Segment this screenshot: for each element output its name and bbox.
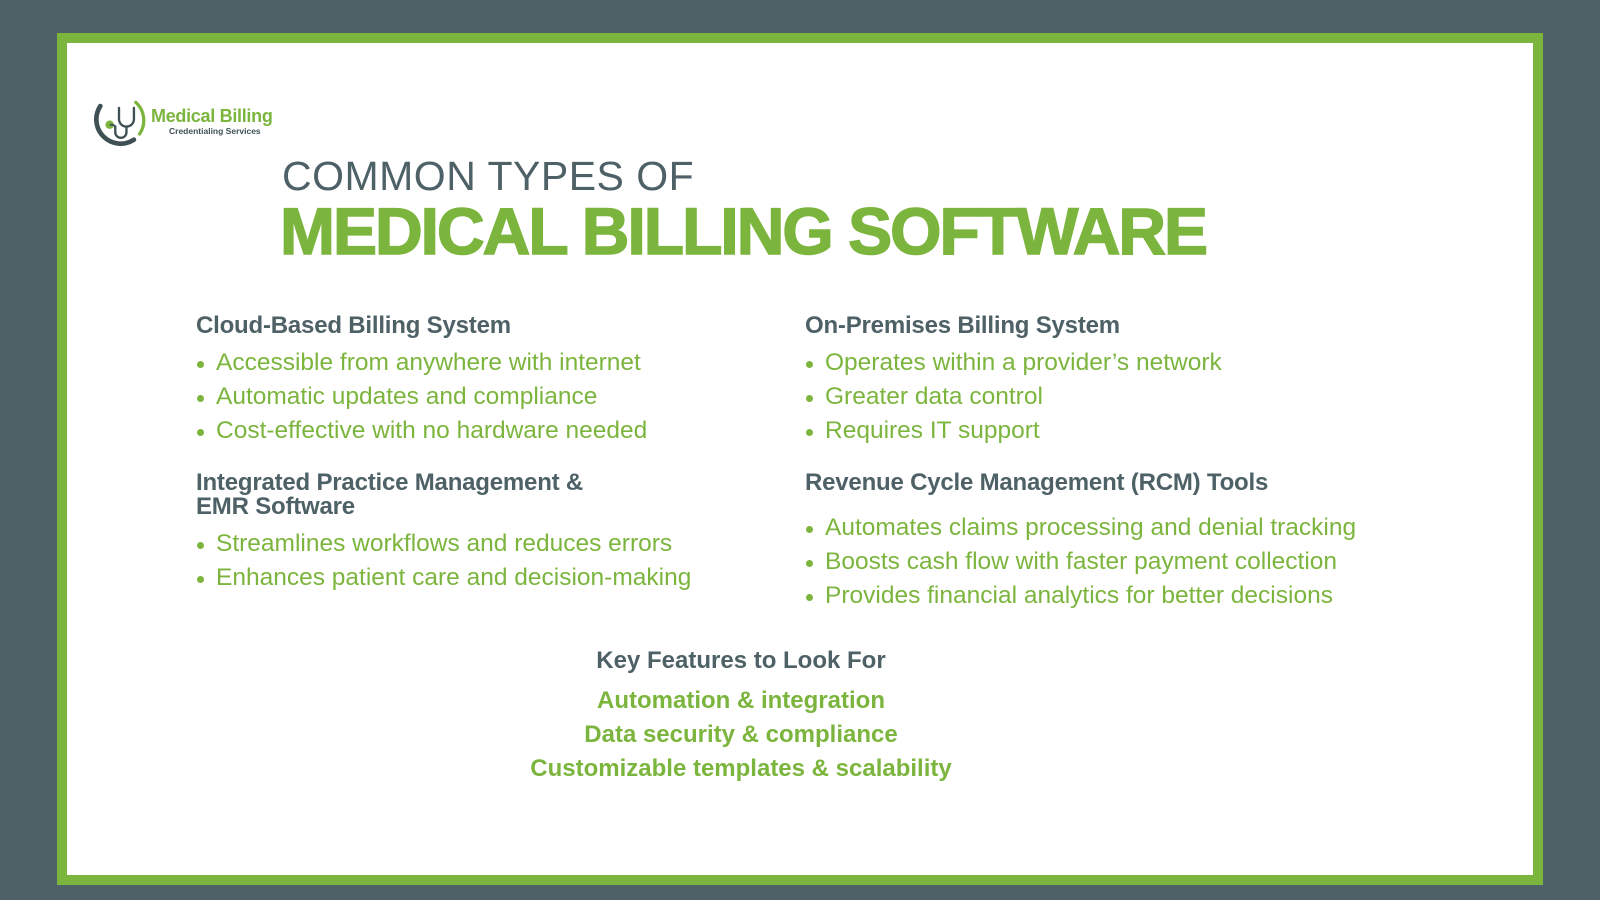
logo-name: Medical Billing [151,106,273,126]
bullet-icon [197,429,204,436]
section-heading: On-Premises Billing System [805,312,1120,339]
feature-item: Automation & integration [597,687,885,714]
bullet-list: Operates within a provider’s network Gre… [805,346,1222,448]
bullet-icon [806,395,813,402]
infographic-card: Medical Billing Credentialing Services C… [67,43,1533,875]
list-item: Streamlines workflows and reduces errors [196,527,691,561]
bullet-icon [197,395,204,402]
company-logo: Medical Billing Credentialing Services [91,91,273,151]
feature-item: Customizable templates & scalability [530,755,952,782]
key-features-heading: Key Features to Look For [596,647,886,674]
bullet-icon [806,361,813,368]
list-item: Accessible from anywhere with internet [196,346,647,380]
list-item: Boosts cash flow with faster payment col… [805,545,1356,579]
bullet-icon [197,361,204,368]
list-item: Requires IT support [805,414,1222,448]
bullet-icon [806,594,813,601]
bullet-list: Automates claims processing and denial t… [805,511,1356,613]
green-border-frame: Medical Billing Credentialing Services C… [57,33,1543,885]
section-on-premises: On-Premises Billing System Operates with… [805,314,1222,448]
list-item: Greater data control [805,380,1222,414]
list-item: Enhances patient care and decision-makin… [196,561,691,595]
page-title-line2: MEDICAL BILLING SOFTWARE [279,193,1209,269]
list-item: Cost-effective with no hardware needed [196,414,647,448]
bullet-icon [197,576,204,583]
section-rcm-tools: Revenue Cycle Management (RCM) Tools Aut… [805,471,1356,613]
list-item: Automatic updates and compliance [196,380,647,414]
section-heading: Integrated Practice Management & EMR Soft… [196,469,584,520]
feature-item: Data security & compliance [584,721,898,748]
section-cloud-based: Cloud-Based Billing System Accessible fr… [196,314,647,448]
bullet-list: Streamlines workflows and reduces errors… [196,527,691,595]
list-item: Provides financial analytics for better … [805,579,1356,613]
list-item: Operates within a provider’s network [805,346,1222,380]
bullet-icon [806,560,813,567]
key-features: Key Features to Look For Automation & in… [467,646,1015,786]
bullet-icon [806,429,813,436]
section-integrated-pm-emr: Integrated Practice Management & EMR Soft… [196,471,691,595]
logo-subtitle: Credentialing Services [169,126,261,136]
bullet-icon [197,542,204,549]
section-heading: Revenue Cycle Management (RCM) Tools [805,469,1269,496]
section-heading: Cloud-Based Billing System [196,312,511,339]
bullet-list: Accessible from anywhere with internet A… [196,346,647,448]
bullet-icon [806,526,813,533]
stethoscope-icon [94,100,146,146]
list-item: Automates claims processing and denial t… [805,511,1356,545]
